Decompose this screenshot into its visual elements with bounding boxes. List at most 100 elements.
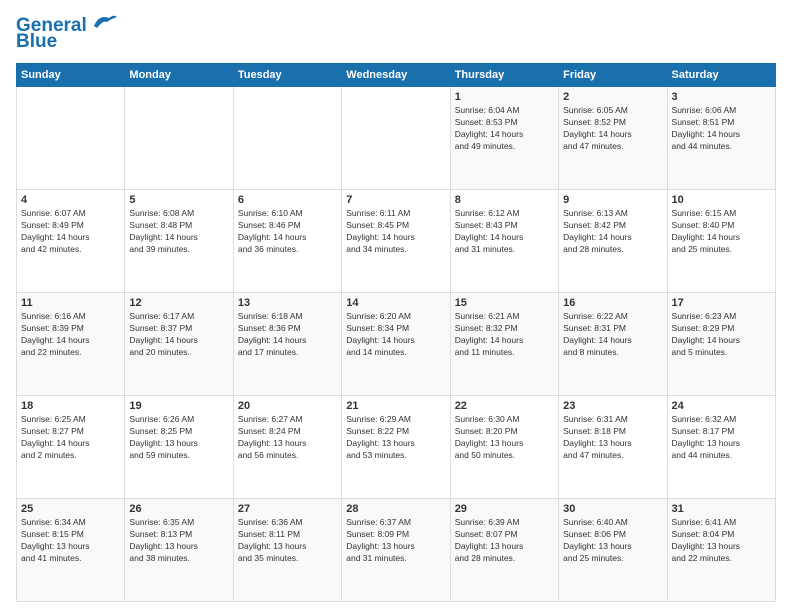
day-number: 19 <box>129 400 228 412</box>
day-number: 20 <box>238 400 337 412</box>
day-info: Sunrise: 6:30 AMSunset: 8:20 PMDaylight:… <box>455 414 554 462</box>
day-cell-31: 31 Sunrise: 6:41 AMSunset: 8:04 PMDayligh… <box>667 499 775 602</box>
day-info: Sunrise: 6:27 AMSunset: 8:24 PMDaylight:… <box>238 414 337 462</box>
day-info: Sunrise: 6:25 AMSunset: 8:27 PMDaylight:… <box>21 414 120 462</box>
day-number: 25 <box>21 503 120 515</box>
day-number: 26 <box>129 503 228 515</box>
day-cell-15: 15 Sunrise: 6:21 AMSunset: 8:32 PMDayligh… <box>450 293 558 396</box>
day-info: Sunrise: 6:11 AMSunset: 8:45 PMDaylight:… <box>346 208 445 256</box>
day-number: 17 <box>672 297 771 309</box>
weekday-sunday: Sunday <box>17 64 125 87</box>
day-number: 16 <box>563 297 662 309</box>
day-info: Sunrise: 6:06 AMSunset: 8:51 PMDaylight:… <box>672 105 771 153</box>
logo-bird-icon <box>89 12 119 32</box>
day-cell-25: 25Sunrise: 6:34 AMSunset: 8:15 PMDayligh… <box>17 499 125 602</box>
day-info: Sunrise: 6:39 AMSunset: 8:07 PMDaylight:… <box>455 517 554 565</box>
day-info: Sunrise: 6:41 AMSunset: 8:04 PMDaylight:… <box>672 517 771 565</box>
day-cell-23: 23 Sunrise: 6:31 AMSunset: 8:18 PMDayligh… <box>559 396 667 499</box>
day-cell-4: 4Sunrise: 6:07 AMSunset: 8:49 PMDaylight… <box>17 190 125 293</box>
weekday-thursday: Thursday <box>450 64 558 87</box>
week-row-3: 11Sunrise: 6:16 AMSunset: 8:39 PMDayligh… <box>17 293 776 396</box>
day-info: Sunrise: 6:29 AMSunset: 8:22 PMDaylight:… <box>346 414 445 462</box>
day-number: 21 <box>346 400 445 412</box>
empty-cell <box>17 87 125 190</box>
day-number: 15 <box>455 297 554 309</box>
week-row-4: 18 Sunrise: 6:25 AMSunset: 8:27 PMDayligh… <box>17 396 776 499</box>
day-info: Sunrise: 6:37 AMSunset: 8:09 PMDaylight:… <box>346 517 445 565</box>
day-cell-1: 1 Sunrise: 6:04 AMSunset: 8:53 PMDaylight… <box>450 87 558 190</box>
weekday-friday: Friday <box>559 64 667 87</box>
page: General Blue SundayMondayTuesdayWednesda… <box>0 0 792 612</box>
empty-cell <box>342 87 450 190</box>
day-info: Sunrise: 6:08 AMSunset: 8:48 PMDaylight:… <box>129 208 228 256</box>
day-info: Sunrise: 6:21 AMSunset: 8:32 PMDaylight:… <box>455 311 554 359</box>
day-number: 3 <box>672 91 771 103</box>
day-number: 7 <box>346 194 445 206</box>
day-number: 27 <box>238 503 337 515</box>
day-number: 1 <box>455 91 554 103</box>
day-cell-11: 11Sunrise: 6:16 AMSunset: 8:39 PMDayligh… <box>17 293 125 396</box>
logo: General Blue <box>16 16 119 53</box>
day-number: 14 <box>346 297 445 309</box>
day-info: Sunrise: 6:23 AMSunset: 8:29 PMDaylight:… <box>672 311 771 359</box>
day-cell-17: 17 Sunrise: 6:23 AMSunset: 8:29 PMDayligh… <box>667 293 775 396</box>
day-cell-3: 3 Sunrise: 6:06 AMSunset: 8:51 PMDaylight… <box>667 87 775 190</box>
weekday-header-row: SundayMondayTuesdayWednesdayThursdayFrid… <box>17 64 776 87</box>
weekday-saturday: Saturday <box>667 64 775 87</box>
day-cell-2: 2 Sunrise: 6:05 AMSunset: 8:52 PMDaylight… <box>559 87 667 190</box>
day-number: 24 <box>672 400 771 412</box>
day-cell-26: 26Sunrise: 6:35 AMSunset: 8:13 PMDayligh… <box>125 499 233 602</box>
day-cell-24: 24Sunrise: 6:32 AMSunset: 8:17 PMDayligh… <box>667 396 775 499</box>
day-number: 23 <box>563 400 662 412</box>
day-number: 22 <box>455 400 554 412</box>
day-cell-29: 29Sunrise: 6:39 AMSunset: 8:07 PMDayligh… <box>450 499 558 602</box>
day-info: Sunrise: 6:40 AMSunset: 8:06 PMDaylight:… <box>563 517 662 565</box>
day-info: Sunrise: 6:17 AMSunset: 8:37 PMDaylight:… <box>129 311 228 359</box>
day-cell-8: 8 Sunrise: 6:12 AMSunset: 8:43 PMDaylight… <box>450 190 558 293</box>
day-cell-21: 21 Sunrise: 6:29 AMSunset: 8:22 PMDayligh… <box>342 396 450 499</box>
day-cell-27: 27 Sunrise: 6:36 AMSunset: 8:11 PMDayligh… <box>233 499 341 602</box>
day-cell-12: 12 Sunrise: 6:17 AMSunset: 8:37 PMDayligh… <box>125 293 233 396</box>
day-cell-7: 7 Sunrise: 6:11 AMSunset: 8:45 PMDaylight… <box>342 190 450 293</box>
day-number: 2 <box>563 91 662 103</box>
day-number: 10 <box>672 194 771 206</box>
day-number: 28 <box>346 503 445 515</box>
day-info: Sunrise: 6:12 AMSunset: 8:43 PMDaylight:… <box>455 208 554 256</box>
day-cell-13: 13Sunrise: 6:18 AMSunset: 8:36 PMDayligh… <box>233 293 341 396</box>
empty-cell <box>233 87 341 190</box>
day-info: Sunrise: 6:05 AMSunset: 8:52 PMDaylight:… <box>563 105 662 153</box>
day-number: 31 <box>672 503 771 515</box>
weekday-tuesday: Tuesday <box>233 64 341 87</box>
day-cell-5: 5 Sunrise: 6:08 AMSunset: 8:48 PMDaylight… <box>125 190 233 293</box>
day-cell-9: 9 Sunrise: 6:13 AMSunset: 8:42 PMDaylight… <box>559 190 667 293</box>
day-info: Sunrise: 6:22 AMSunset: 8:31 PMDaylight:… <box>563 311 662 359</box>
day-number: 9 <box>563 194 662 206</box>
weekday-wednesday: Wednesday <box>342 64 450 87</box>
week-row-1: 1 Sunrise: 6:04 AMSunset: 8:53 PMDaylight… <box>17 87 776 190</box>
week-row-2: 4Sunrise: 6:07 AMSunset: 8:49 PMDaylight… <box>17 190 776 293</box>
day-cell-19: 19 Sunrise: 6:26 AMSunset: 8:25 PMDayligh… <box>125 396 233 499</box>
day-number: 12 <box>129 297 228 309</box>
logo-blue: Blue <box>16 31 57 53</box>
day-number: 13 <box>238 297 337 309</box>
header: General Blue <box>16 16 776 53</box>
day-info: Sunrise: 6:26 AMSunset: 8:25 PMDaylight:… <box>129 414 228 462</box>
day-cell-10: 10Sunrise: 6:15 AMSunset: 8:40 PMDayligh… <box>667 190 775 293</box>
day-cell-18: 18 Sunrise: 6:25 AMSunset: 8:27 PMDayligh… <box>17 396 125 499</box>
day-number: 5 <box>129 194 228 206</box>
day-info: Sunrise: 6:13 AMSunset: 8:42 PMDaylight:… <box>563 208 662 256</box>
day-number: 8 <box>455 194 554 206</box>
day-cell-16: 16 Sunrise: 6:22 AMSunset: 8:31 PMDayligh… <box>559 293 667 396</box>
day-info: Sunrise: 6:36 AMSunset: 8:11 PMDaylight:… <box>238 517 337 565</box>
week-row-5: 25Sunrise: 6:34 AMSunset: 8:15 PMDayligh… <box>17 499 776 602</box>
day-number: 18 <box>21 400 120 412</box>
calendar-table: SundayMondayTuesdayWednesdayThursdayFrid… <box>16 63 776 602</box>
day-info: Sunrise: 6:10 AMSunset: 8:46 PMDaylight:… <box>238 208 337 256</box>
day-cell-22: 22 Sunrise: 6:30 AMSunset: 8:20 PMDayligh… <box>450 396 558 499</box>
day-info: Sunrise: 6:31 AMSunset: 8:18 PMDaylight:… <box>563 414 662 462</box>
day-cell-20: 20 Sunrise: 6:27 AMSunset: 8:24 PMDayligh… <box>233 396 341 499</box>
day-cell-6: 6Sunrise: 6:10 AMSunset: 8:46 PMDaylight… <box>233 190 341 293</box>
empty-cell <box>125 87 233 190</box>
day-info: Sunrise: 6:04 AMSunset: 8:53 PMDaylight:… <box>455 105 554 153</box>
day-cell-14: 14Sunrise: 6:20 AMSunset: 8:34 PMDayligh… <box>342 293 450 396</box>
